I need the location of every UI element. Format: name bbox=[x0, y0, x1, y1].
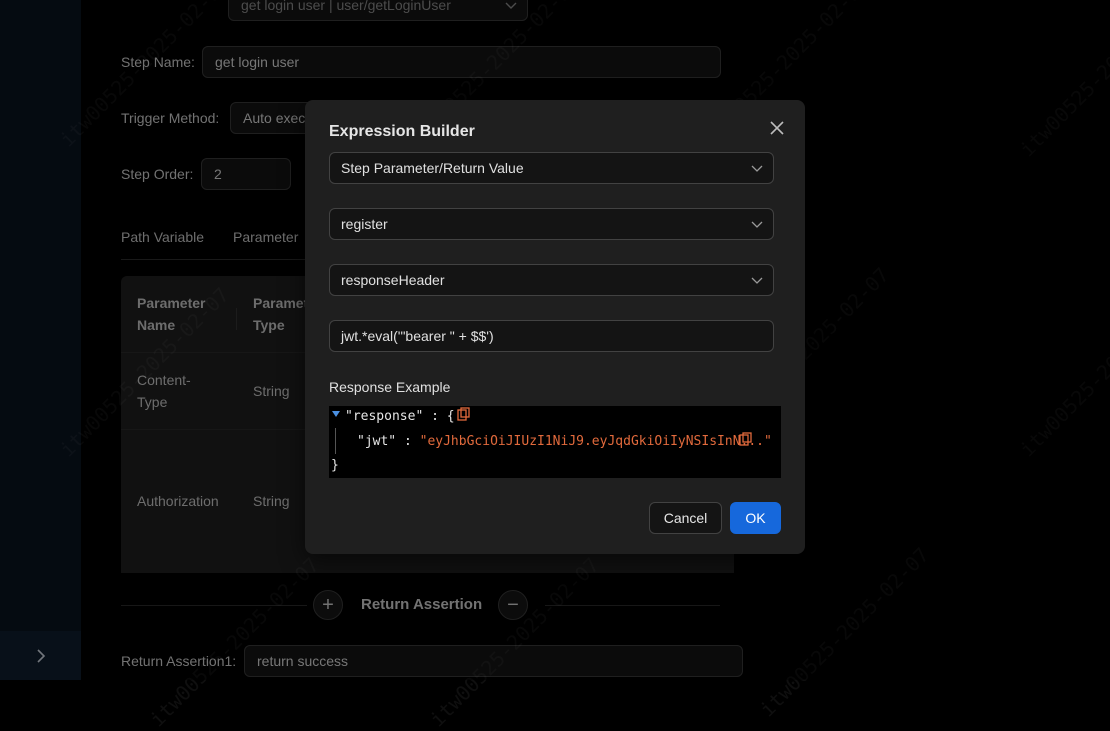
ok-button[interactable]: OK bbox=[730, 502, 781, 534]
field-select-value: responseHeader bbox=[341, 272, 445, 288]
source-select[interactable]: Step Parameter/Return Value bbox=[329, 152, 774, 184]
field-select[interactable]: responseHeader bbox=[329, 264, 774, 296]
json-child-key: "jwt" bbox=[357, 434, 396, 449]
collapse-triangle-icon[interactable] bbox=[331, 410, 341, 418]
chevron-down-icon bbox=[751, 218, 763, 230]
response-example-label: Response Example bbox=[329, 379, 450, 395]
copy-icon[interactable] bbox=[457, 407, 470, 421]
step-select-value: register bbox=[341, 216, 388, 232]
json-root-key: "response" bbox=[345, 409, 423, 424]
source-select-value: Step Parameter/Return Value bbox=[341, 160, 524, 176]
json-indent-guide bbox=[335, 428, 336, 454]
copy-icon[interactable] bbox=[739, 432, 752, 446]
close-icon[interactable] bbox=[767, 118, 787, 138]
expression-value: jwt.*eval('"bearer " + $$') bbox=[341, 328, 494, 344]
cancel-button[interactable]: Cancel bbox=[649, 502, 722, 534]
expression-input[interactable]: jwt.*eval('"bearer " + $$') bbox=[329, 320, 774, 352]
step-select[interactable]: register bbox=[329, 208, 774, 240]
modal-title: Expression Builder bbox=[329, 123, 475, 141]
json-close-brace: } bbox=[331, 458, 339, 473]
chevron-down-icon bbox=[751, 274, 763, 286]
chevron-down-icon bbox=[751, 162, 763, 174]
expression-builder-modal: Expression Builder Step Parameter/Return… bbox=[305, 100, 805, 554]
response-json-viewer: "response" : { "jwt" : "eyJhbGciOiJIUzI1… bbox=[329, 406, 781, 478]
json-child-value: "eyJhbGciOiJIUzI1NiJ9.eyJqdGkiOiIyNSIsIn… bbox=[420, 434, 772, 449]
